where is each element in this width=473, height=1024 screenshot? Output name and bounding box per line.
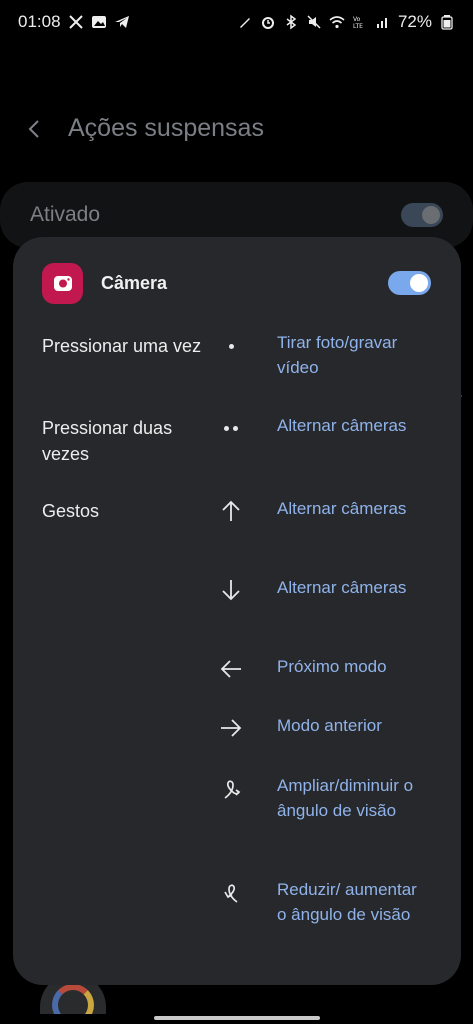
gesture-action[interactable]: Reduzir/ aumentar o ângulo de visão [277, 878, 427, 927]
battery-icon [439, 14, 455, 30]
master-toggle-label: Ativado [30, 203, 101, 226]
gestures-label: Gestos [42, 501, 100, 521]
gesture-action[interactable]: Alternar câmeras [277, 497, 427, 522]
home-indicator[interactable] [154, 1016, 320, 1020]
single-press-label: Pressionar uma vez [42, 336, 202, 356]
app-name: Câmera [101, 272, 168, 293]
svg-text:LTE: LTE [353, 23, 363, 30]
battery-level: 72% [397, 12, 432, 31]
back-arrow-icon[interactable] [24, 118, 46, 140]
app-action-popup: Câmera Pressionar uma vez Tirar foto/gra… [13, 237, 461, 985]
popup-header: Câmera [42, 262, 431, 304]
bluetooth-icon [283, 14, 299, 30]
gesture-action[interactable]: Alternar câmeras [277, 576, 427, 601]
double-press-action[interactable]: Alternar câmeras [277, 414, 427, 439]
master-toggle[interactable] [401, 203, 443, 227]
gallery-icon [91, 14, 107, 30]
loop-gesture-icon [218, 776, 244, 802]
background-header: Ações suspensas [24, 114, 264, 143]
volte-icon: Vo LTE [352, 14, 368, 30]
arrow-right-icon [218, 715, 244, 741]
single-dot-icon [218, 333, 244, 359]
arrow-left-icon [218, 656, 244, 682]
svg-text:Vo: Vo [353, 16, 361, 23]
app-toggle[interactable] [388, 271, 431, 295]
alarm-icon [260, 14, 276, 30]
gesture-action[interactable]: Ampliar/diminuir o ângulo de visão [277, 774, 427, 823]
signal-icon [375, 14, 391, 30]
wifi-icon [329, 14, 345, 30]
status-bar: 01:08 Vo LTE 72% [0, 0, 473, 44]
gesture-action[interactable]: Próximo modo [277, 655, 427, 680]
gesture-action[interactable]: Modo anterior [277, 714, 427, 739]
pen-icon [237, 14, 253, 30]
page-title: Ações suspensas [68, 114, 264, 142]
loop-gesture-reverse-icon [218, 880, 244, 906]
arrow-down-icon [218, 577, 244, 603]
missed-call-icon [68, 14, 84, 30]
camera-app-icon [42, 262, 83, 304]
double-press-label: Pressionar duas vezes [42, 418, 173, 464]
telegram-icon [114, 14, 130, 30]
mute-icon [306, 14, 322, 30]
single-press-action[interactable]: Tirar foto/gravar vídeo [277, 331, 427, 380]
arrow-up-icon [218, 498, 244, 524]
double-dot-icon [218, 415, 244, 441]
status-time: 01:08 [18, 12, 61, 31]
